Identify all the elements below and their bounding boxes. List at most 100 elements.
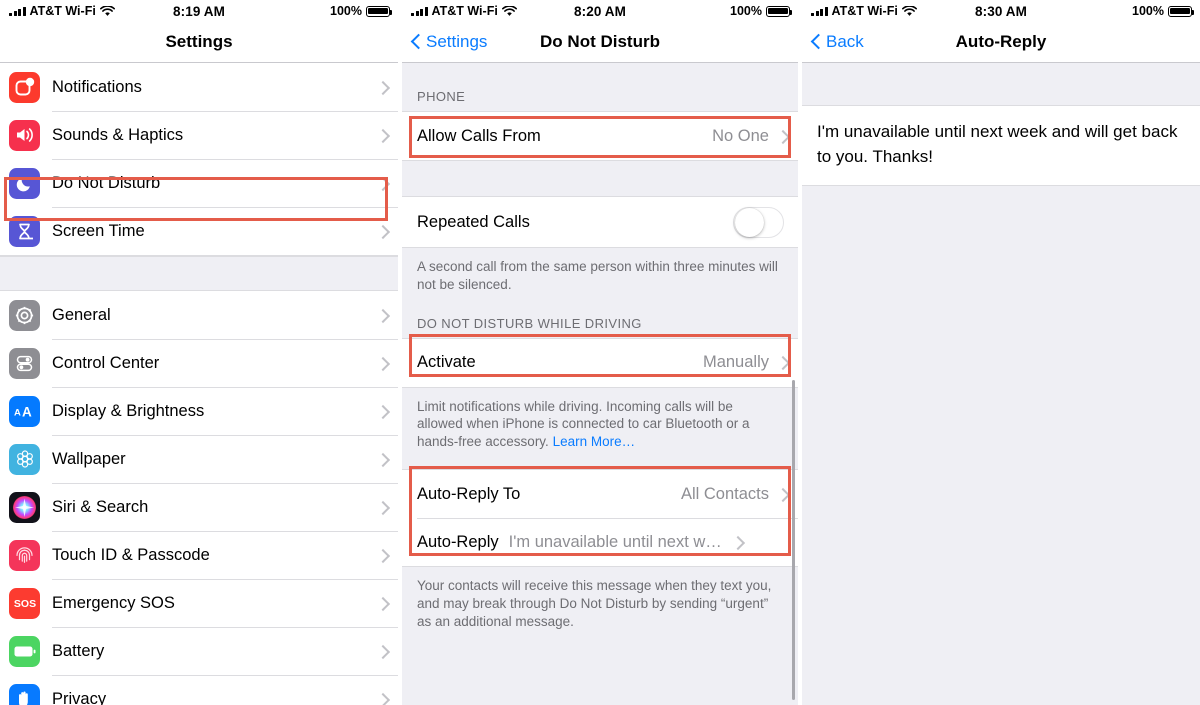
settings-group-separator bbox=[0, 256, 398, 291]
chevron-right-icon bbox=[378, 452, 387, 467]
svg-text:A: A bbox=[22, 405, 32, 420]
settings-group-1: Notifications Sounds & Haptics Do Not Di… bbox=[0, 63, 398, 256]
driving-footer: Limit notifications while driving. Incom… bbox=[402, 388, 798, 469]
sidebar-item-label: Sounds & Haptics bbox=[52, 125, 184, 144]
sidebar-item-wallpaper[interactable]: Wallpaper bbox=[0, 435, 398, 483]
battery-icon bbox=[1168, 5, 1195, 17]
row-value: I'm unavailable until next we… bbox=[508, 532, 724, 551]
row-label: Auto-Reply To bbox=[417, 484, 521, 503]
chevron-right-icon bbox=[378, 356, 387, 371]
moon-icon bbox=[9, 167, 40, 199]
three-iphone-screenshots: AT&T Wi-Fi 8:19 AM 100% Settings Notific… bbox=[0, 0, 1200, 705]
sidebar-item-screen-time[interactable]: Screen Time bbox=[0, 207, 398, 255]
hand-icon bbox=[9, 683, 40, 705]
panel-auto-reply: AT&T Wi-Fi 8:30 AM 100% Back Auto-Reply bbox=[802, 0, 1200, 705]
back-button[interactable]: Back bbox=[802, 32, 864, 52]
row-value: Manually bbox=[702, 353, 769, 372]
sidebar-item-label: Screen Time bbox=[52, 221, 145, 240]
sidebar-item-label: Touch ID & Passcode bbox=[52, 545, 210, 564]
clock-label: 8:19 AM bbox=[173, 3, 225, 19]
status-bar-panel1: AT&T Wi-Fi 8:19 AM 100% bbox=[0, 0, 398, 22]
activate-group: Activate Manually bbox=[402, 337, 798, 388]
text-size-icon: AA bbox=[9, 395, 40, 427]
chevron-right-icon bbox=[778, 129, 787, 144]
speaker-icon bbox=[9, 119, 40, 151]
section-gap-top bbox=[802, 63, 1200, 105]
auto-reply-group: Auto-Reply To All Contacts Auto-Reply I'… bbox=[402, 469, 798, 568]
chevron-right-icon bbox=[378, 644, 387, 659]
row-value: No One bbox=[712, 126, 769, 145]
row-activate[interactable]: Activate Manually bbox=[402, 338, 798, 387]
chevron-right-icon bbox=[378, 404, 387, 419]
battery-icon bbox=[366, 5, 393, 17]
sidebar-item-general[interactable]: General bbox=[0, 291, 398, 339]
sliders-icon bbox=[9, 347, 40, 379]
chevron-left-icon bbox=[811, 33, 822, 51]
nav-bar-panel1: Settings bbox=[0, 22, 398, 62]
sidebar-item-battery[interactable]: Battery bbox=[0, 627, 398, 675]
fingerprint-icon bbox=[9, 539, 40, 571]
sidebar-item-label: Notifications bbox=[52, 77, 142, 96]
sidebar-item-privacy[interactable]: Privacy bbox=[0, 675, 398, 705]
section-auto-reply-footer: Your contacts will receive this message … bbox=[402, 567, 798, 705]
section-gap-bottom bbox=[802, 186, 1200, 705]
repeated-calls-group: Repeated Calls bbox=[402, 196, 798, 248]
page-title-settings: Settings bbox=[165, 32, 233, 51]
section-header-driving: DO NOT DISTURB WHILE DRIVING bbox=[417, 315, 642, 331]
battery-icon bbox=[766, 5, 793, 17]
sidebar-item-label: Do Not Disturb bbox=[52, 173, 161, 192]
settings-group-2: General Control Center AA Display & Brig… bbox=[0, 291, 398, 705]
learn-more-link[interactable]: Learn More… bbox=[553, 434, 636, 449]
sidebar-item-display-brightness[interactable]: AA Display & Brightness bbox=[0, 387, 398, 435]
sidebar-item-control-center[interactable]: Control Center bbox=[0, 339, 398, 387]
clock-label: 8:20 AM bbox=[574, 3, 626, 19]
auto-reply-footer: Your contacts will receive this message … bbox=[417, 578, 772, 629]
sidebar-item-label: Battery bbox=[52, 641, 105, 660]
clock-label: 8:30 AM bbox=[975, 3, 1027, 19]
row-allow-calls-from[interactable]: Allow Calls From No One bbox=[402, 112, 798, 160]
chevron-right-icon bbox=[778, 355, 787, 370]
sos-icon: SOS bbox=[9, 587, 40, 619]
toggle-knob bbox=[735, 207, 764, 237]
row-label: Repeated Calls bbox=[417, 212, 530, 231]
row-repeated-calls[interactable]: Repeated Calls bbox=[402, 197, 798, 247]
chevron-right-icon bbox=[378, 80, 387, 95]
flower-icon bbox=[9, 443, 40, 475]
chevron-right-icon bbox=[378, 224, 387, 239]
sidebar-item-label: Display & Brightness bbox=[52, 401, 205, 420]
row-label: Auto-Reply bbox=[417, 532, 499, 551]
chevron-right-icon bbox=[378, 596, 387, 611]
row-label: Activate bbox=[417, 353, 476, 372]
sidebar-item-touch-id-passcode[interactable]: Touch ID & Passcode bbox=[0, 531, 398, 579]
row-label: Allow Calls From bbox=[417, 126, 541, 145]
status-bar-panel2: AT&T Wi-Fi 8:20 AM 100% bbox=[402, 0, 798, 22]
chevron-right-icon bbox=[378, 500, 387, 515]
sidebar-item-notifications[interactable]: Notifications bbox=[0, 63, 398, 111]
back-button-label: Settings bbox=[426, 32, 488, 51]
sidebar-item-do-not-disturb[interactable]: Do Not Disturb bbox=[0, 159, 398, 207]
nav-bar-panel2: Settings Do Not Disturb bbox=[402, 22, 798, 62]
chevron-right-icon bbox=[378, 176, 387, 191]
row-auto-reply-to[interactable]: Auto-Reply To All Contacts bbox=[402, 470, 798, 519]
row-auto-reply[interactable]: Auto-Reply I'm unavailable until next we… bbox=[402, 518, 798, 567]
chevron-right-icon bbox=[378, 548, 387, 563]
svg-text:A: A bbox=[14, 408, 21, 419]
sidebar-item-siri-search[interactable]: Siri & Search bbox=[0, 483, 398, 531]
panel-do-not-disturb: AT&T Wi-Fi 8:20 AM 100% Settings Do Not … bbox=[402, 0, 798, 705]
chevron-left-icon bbox=[411, 33, 422, 51]
auto-reply-message-field[interactable]: I'm unavailable until next week and will… bbox=[802, 106, 1200, 186]
notifications-icon bbox=[9, 71, 40, 103]
back-button-settings[interactable]: Settings bbox=[402, 32, 487, 52]
panel-settings: AT&T Wi-Fi 8:19 AM 100% Settings Notific… bbox=[0, 0, 398, 705]
chevron-right-icon bbox=[378, 692, 387, 705]
chevron-right-icon bbox=[378, 128, 387, 143]
scrollbar-thumb[interactable] bbox=[792, 380, 795, 700]
repeated-calls-toggle[interactable] bbox=[733, 206, 784, 238]
sidebar-item-emergency-sos[interactable]: SOS Emergency SOS bbox=[0, 579, 398, 627]
sidebar-item-sounds-haptics[interactable]: Sounds & Haptics bbox=[0, 111, 398, 159]
section-driving-footer: Limit notifications while driving. Incom… bbox=[402, 387, 798, 470]
sidebar-item-label: Wallpaper bbox=[52, 449, 126, 468]
section-gap bbox=[402, 161, 798, 196]
hourglass-icon bbox=[9, 215, 40, 247]
chevron-right-icon bbox=[778, 487, 787, 502]
